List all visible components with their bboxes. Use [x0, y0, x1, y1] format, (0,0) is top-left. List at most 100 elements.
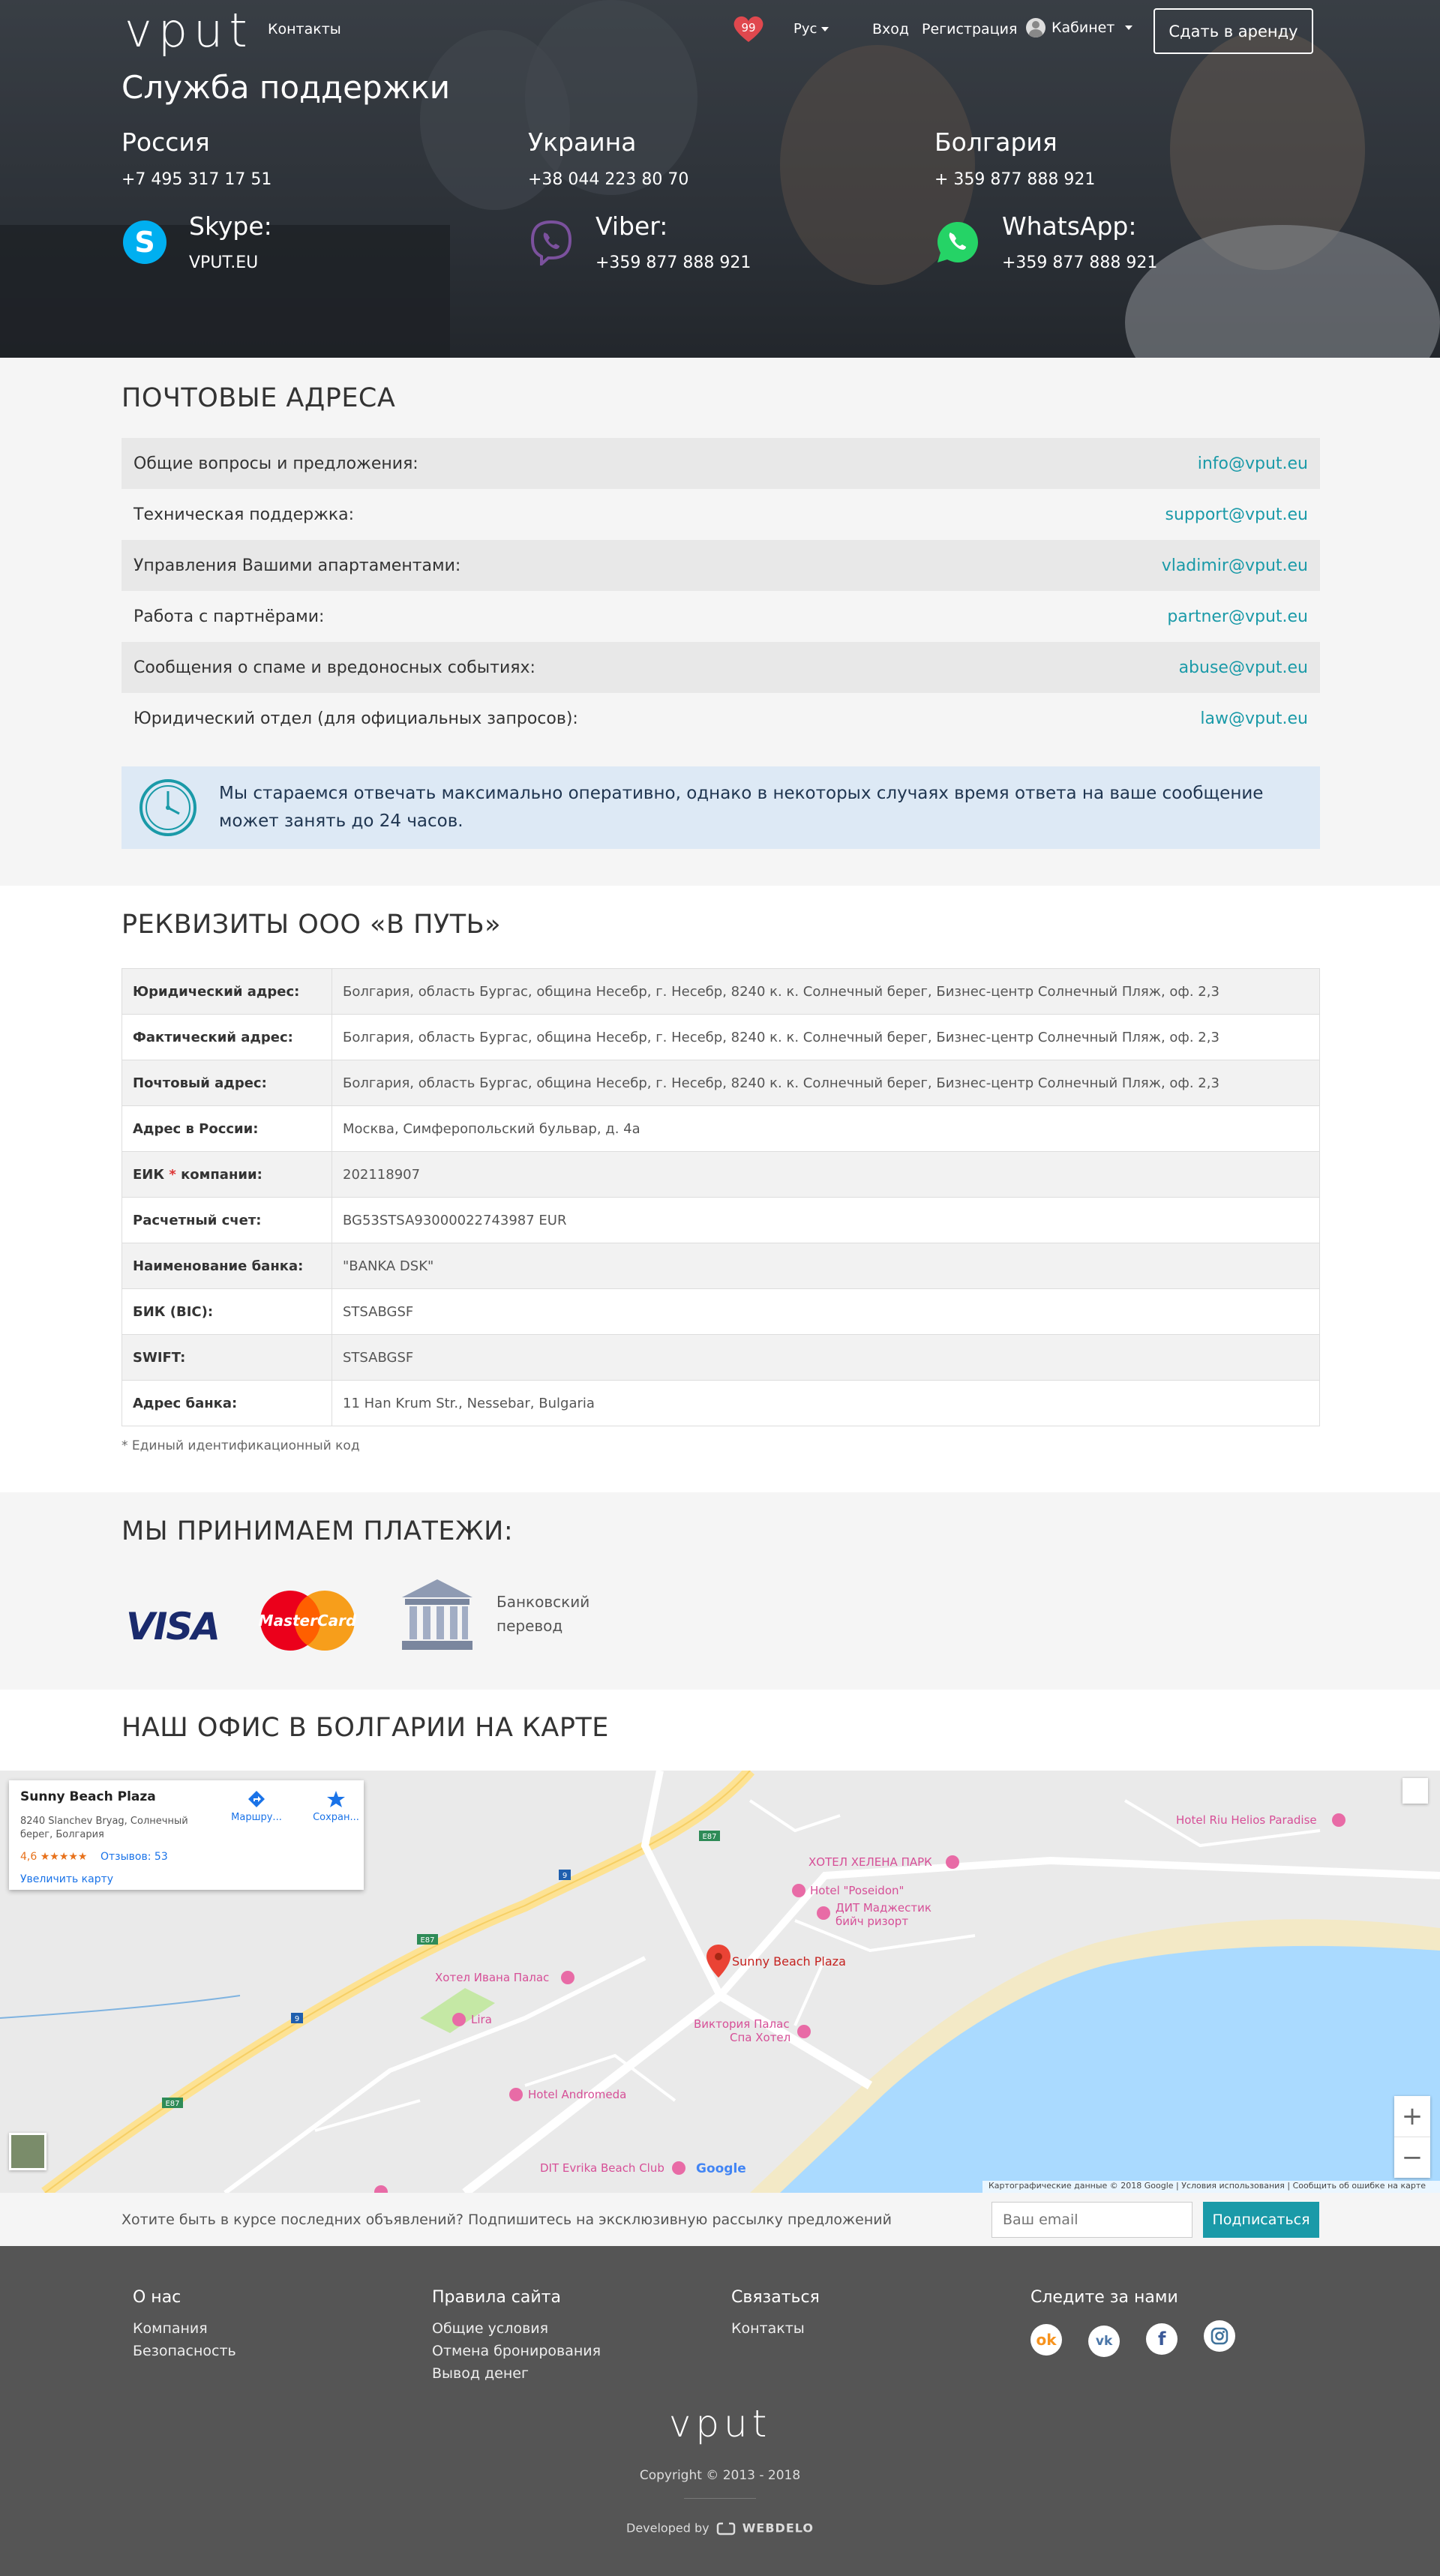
mastercard-logo: MasterCard	[259, 1591, 356, 1651]
eik-star: *	[169, 1166, 176, 1183]
poi-label[interactable]: ДИТ Маджестик	[836, 1901, 932, 1915]
reviews-link[interactable]: Отзывов: 53	[100, 1851, 168, 1863]
fullscreen-button[interactable]	[1402, 1778, 1428, 1804]
footer-link[interactable]: Компания	[133, 2320, 236, 2337]
poi-label[interactable]: Hotel "Poseidon"	[810, 1884, 904, 1897]
subscribe-button[interactable]: Подписаться	[1203, 2202, 1319, 2238]
river	[0, 1995, 241, 2019]
email-link[interactable]: law@vput.eu	[1200, 709, 1308, 728]
location-marker-dot	[715, 1953, 722, 1960]
developer-name[interactable]: WEBDELO	[742, 2521, 814, 2536]
footer-link[interactable]: Вывод денег	[432, 2365, 601, 2382]
requisite-value: BG53STSA93000022743987 EUR	[332, 1197, 1320, 1243]
requisite-key: Наименование банка:	[122, 1243, 332, 1289]
directions-button[interactable]: Маршру...	[226, 1789, 286, 1823]
email-label: Техническая поддержка:	[134, 505, 355, 524]
email-link[interactable]: support@vput.eu	[1166, 505, 1309, 524]
road-shield-label: E87	[420, 1936, 434, 1945]
cabinet-dropdown[interactable]: Кабинет	[1026, 18, 1133, 37]
road-shield-label: 9	[562, 1872, 567, 1880]
odnoklassniki-icon[interactable]: ok	[1030, 2324, 1062, 2356]
messenger-name: Viber:	[596, 211, 668, 241]
poi-pin	[792, 1884, 806, 1897]
zoom-in-button[interactable]: +	[1394, 2096, 1430, 2137]
vk-icon[interactable]: vk	[1088, 2326, 1120, 2357]
newsletter-bar: Хотите быть в курсе последних объявлений…	[0, 2193, 1440, 2246]
section-title: МЫ ПРИНИМАЕМ ПЛАТЕЖИ:	[122, 1516, 514, 1546]
instagram-glyph	[1211, 2327, 1228, 2345]
directions-icon	[248, 1791, 265, 1807]
poi-label[interactable]: Виктория Палас	[694, 2017, 790, 2031]
instagram-icon[interactable]	[1204, 2320, 1236, 2352]
country-name: Россия	[122, 127, 210, 157]
section-title: ПОЧТОВЫЕ АДРЕСА	[122, 383, 396, 413]
site-logo[interactable]: vput	[124, 4, 254, 57]
email-field[interactable]	[992, 2202, 1192, 2238]
nav-contacts-link[interactable]: Контакты	[268, 21, 341, 37]
map-attribution[interactable]: Картографические данные © 2018 Google | …	[982, 2181, 1440, 2193]
webdelo-logo-icon	[716, 2521, 735, 2536]
road-shield-label: E87	[165, 2100, 179, 2108]
poi-label[interactable]: DIT Evrika Beach Club	[540, 2161, 664, 2175]
footer-link[interactable]: Общие условия	[432, 2320, 601, 2337]
email-row: Управления Вашими апартаментами: vladimir…	[122, 540, 1320, 591]
messenger-value[interactable]: +359 877 888 921	[596, 253, 751, 272]
footer-col-social: Следите за нами ok vk f	[1030, 2288, 1258, 2357]
login-link[interactable]: Вход	[872, 21, 909, 37]
road	[224, 1956, 646, 2193]
footer-divider	[684, 2498, 756, 2499]
rent-out-button[interactable]: Сдать в аренду	[1154, 8, 1313, 54]
requisite-key: Юридический адрес:	[122, 968, 332, 1015]
requisite-value: Москва, Симферопольский бульвар, д. 4а	[332, 1105, 1320, 1152]
requisite-key: БИК (BIC):	[122, 1288, 332, 1335]
table-row: БИК (BIC): STSABGSF	[122, 1288, 1320, 1335]
developer-credit: Developed by WEBDELO	[0, 2521, 1440, 2537]
requisite-value: 202118907	[332, 1151, 1320, 1198]
skype-icon: S	[123, 220, 166, 264]
email-label: Работа с партнёрами:	[134, 607, 325, 626]
country-phone[interactable]: + 359 877 888 921	[934, 170, 1095, 189]
footer-link[interactable]: Отмена бронирования	[432, 2343, 601, 2359]
poi-pin	[946, 1855, 959, 1869]
poi-label[interactable]: Hotel Riu Helios Paradise	[1176, 1813, 1317, 1827]
office-map[interactable]: E87 9 E87 9 E87 Hotel Riu Helios Paradis…	[0, 1771, 1440, 2193]
messenger-value[interactable]: VPUT.EU	[189, 253, 258, 272]
email-label: Сообщения о спаме и вредоносных событиях…	[134, 658, 536, 677]
poi-label[interactable]: Lira	[471, 2013, 492, 2026]
zoom-control: + −	[1394, 2096, 1430, 2178]
footer-link[interactable]: Контакты	[731, 2320, 820, 2337]
whatsapp-icon	[938, 222, 978, 262]
country-phone[interactable]: +38 044 223 80 70	[528, 170, 688, 189]
requisite-key: Адрес банка:	[122, 1380, 332, 1426]
developed-by-label: Developed by	[626, 2521, 710, 2536]
poi-label[interactable]: Hotel Andromeda	[528, 2088, 626, 2101]
country-russia: Россия +7 495 317 17 51	[122, 127, 272, 189]
poi-label[interactable]: ХОТЕЛ ХЕЛЕНА ПАРК	[808, 1855, 932, 1869]
satellite-toggle-thumbnail[interactable]	[9, 2133, 46, 2170]
save-place-button[interactable]: Сохран...	[306, 1789, 366, 1823]
table-row: SWIFT: STSABGSF	[122, 1334, 1320, 1381]
email-addresses-section: ПОЧТОВЫЕ АДРЕСА Общие вопросы и предложе…	[0, 358, 1440, 886]
email-link[interactable]: partner@vput.eu	[1167, 607, 1308, 626]
payments-section: МЫ ПРИНИМАЕМ ПЛАТЕЖИ: VISA MasterCard Ба…	[0, 1492, 1440, 1690]
footer-link[interactable]: Безопасность	[133, 2343, 236, 2359]
requisite-key: SWIFT:	[122, 1334, 332, 1381]
language-label: Рус	[794, 21, 818, 37]
zoom-out-button[interactable]: −	[1394, 2137, 1430, 2177]
footer-logo[interactable]: vput	[0, 2402, 1440, 2446]
email-label: Общие вопросы и предложения:	[134, 454, 418, 473]
email-link[interactable]: info@vput.eu	[1198, 454, 1308, 473]
email-link[interactable]: vladimir@vput.eu	[1162, 556, 1308, 575]
country-phone[interactable]: +7 495 317 17 51	[122, 170, 272, 189]
facebook-icon[interactable]: f	[1146, 2323, 1178, 2355]
poi-label[interactable]: Хотел Ивана Палас	[435, 1971, 549, 1984]
mastercard-text: MasterCard	[259, 1612, 356, 1630]
place-address: 8240 Slanchev Bryag, Солнечный берег, Бо…	[20, 1816, 188, 1840]
enlarge-map-link[interactable]: Увеличить карту	[20, 1873, 113, 1885]
footer-col-about: О нас Компания Безопасность	[133, 2288, 236, 2365]
top-navbar: vput Контакты 99 Рус Вход Регистрация Ка…	[0, 0, 1440, 61]
email-link[interactable]: abuse@vput.eu	[1179, 658, 1308, 677]
messenger-value[interactable]: +359 877 888 921	[1002, 253, 1157, 272]
language-dropdown[interactable]: Рус	[794, 21, 830, 37]
register-link[interactable]: Регистрация	[922, 21, 1017, 37]
